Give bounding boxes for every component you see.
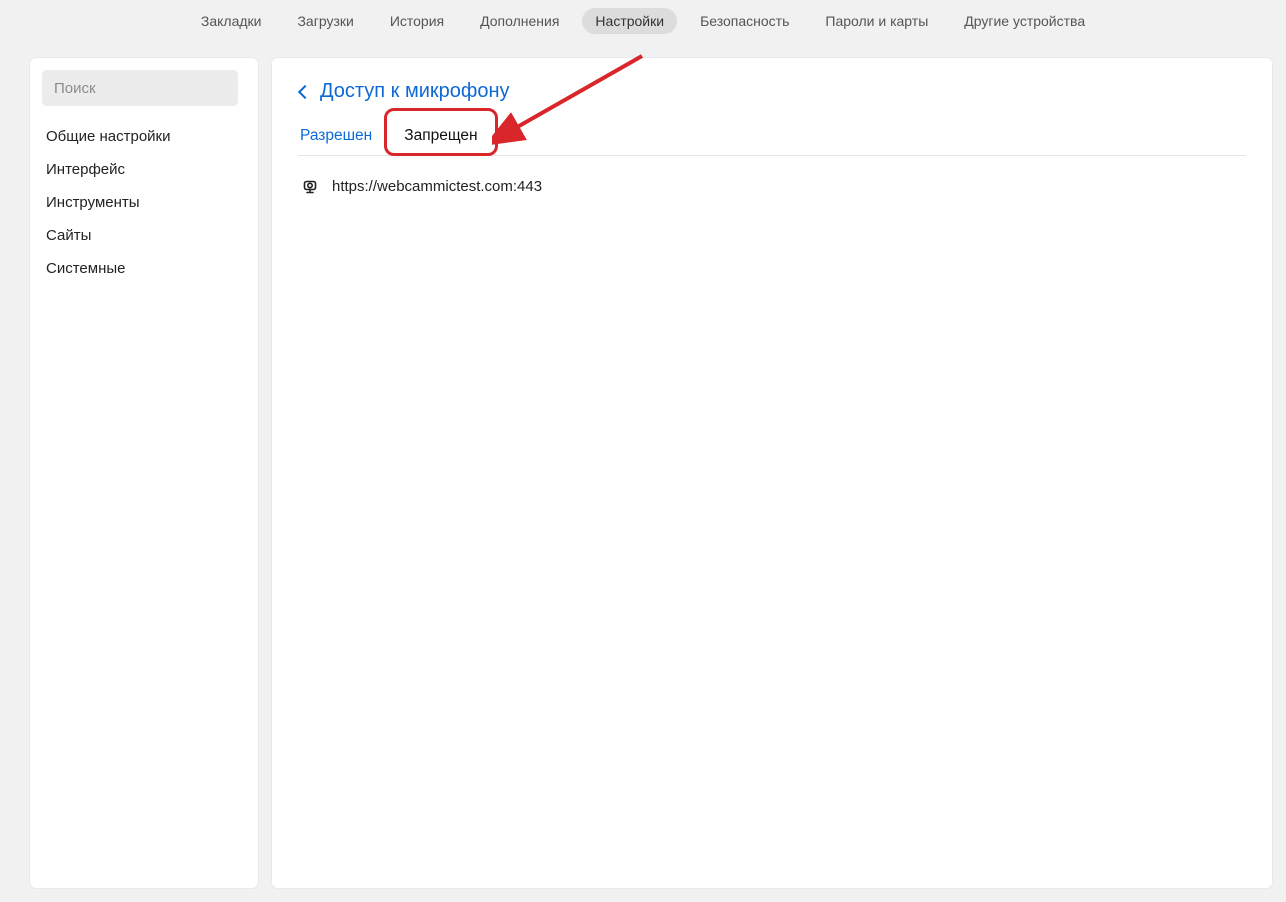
- nav-history[interactable]: История: [377, 8, 457, 34]
- search-input[interactable]: [42, 70, 238, 106]
- site-row[interactable]: https://webcammictest.com:443: [298, 156, 1246, 195]
- nav-settings[interactable]: Настройки: [582, 8, 677, 34]
- sidebar-item-sites[interactable]: Сайты: [42, 219, 246, 252]
- chevron-left-icon: [298, 84, 312, 98]
- permission-tabs: Разрешен Запрещен: [298, 125, 1246, 156]
- nav-bookmarks[interactable]: Закладки: [188, 8, 275, 34]
- page-title-back[interactable]: Доступ к микрофону: [298, 80, 1246, 103]
- nav-security[interactable]: Безопасность: [687, 8, 802, 34]
- nav-downloads[interactable]: Загрузки: [284, 8, 366, 34]
- page-title-text: Доступ к микрофону: [320, 80, 510, 103]
- sidebar-item-interface[interactable]: Интерфейс: [42, 153, 246, 186]
- sidebar-item-general[interactable]: Общие настройки: [42, 120, 246, 153]
- site-url: https://webcammictest.com:443: [332, 178, 542, 195]
- sidebar-list: Общие настройки Интерфейс Инструменты Са…: [42, 120, 246, 285]
- top-nav: Закладки Загрузки История Дополнения Нас…: [0, 0, 1286, 42]
- nav-extensions[interactable]: Дополнения: [467, 8, 572, 34]
- sidebar-item-system[interactable]: Системные: [42, 252, 246, 285]
- nav-passwords[interactable]: Пароли и карты: [812, 8, 941, 34]
- tab-allowed[interactable]: Разрешен: [298, 125, 374, 155]
- sidebar-item-tools[interactable]: Инструменты: [42, 186, 246, 219]
- sidebar: Общие настройки Интерфейс Инструменты Са…: [30, 58, 258, 888]
- main-panel: Доступ к микрофону Разрешен Запрещен htt…: [272, 58, 1272, 888]
- camera-icon: [302, 179, 318, 195]
- nav-other-devices[interactable]: Другие устройства: [951, 8, 1098, 34]
- tab-denied[interactable]: Запрещен: [402, 125, 479, 155]
